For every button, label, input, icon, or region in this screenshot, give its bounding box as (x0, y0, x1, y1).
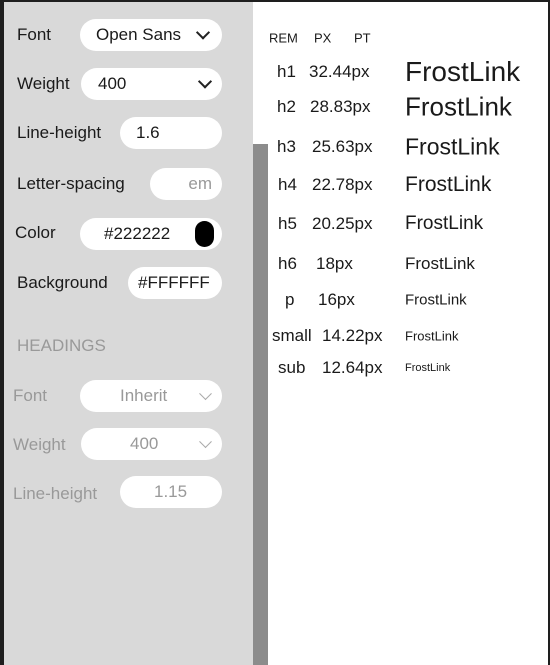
row-size: 28.83px (310, 97, 371, 116)
row-size: 14.22px (322, 326, 383, 345)
row-sample: FrostLink (405, 362, 451, 374)
weight-value: 400 (98, 74, 127, 93)
row-tag: h6 (278, 254, 297, 273)
font-value: Open Sans (96, 25, 182, 44)
row-size: 18px (316, 254, 353, 273)
headings-title: HEADINGS (17, 336, 106, 355)
headings-line-height-label: Line-height (13, 484, 98, 503)
background-label: Background (17, 273, 108, 292)
row-sample: FrostLink (405, 173, 492, 196)
chevron-down-icon (199, 435, 212, 449)
row-size: 12.64px (322, 358, 383, 377)
row-sample: FrostLink (405, 291, 467, 309)
letter-spacing-input[interactable]: em (150, 168, 222, 200)
column-rem: REM (269, 30, 298, 46)
row-sample: FrostLink (405, 254, 475, 273)
font-select[interactable]: Open Sans (80, 19, 222, 51)
row-tag: small (272, 326, 312, 345)
background-value: #FFFFFF (138, 273, 210, 292)
letter-spacing-label: Letter-spacing (17, 174, 125, 193)
row-sample: FrostLink (405, 213, 484, 234)
column-px: PX (314, 30, 332, 46)
headings-font-select[interactable]: Inherit (80, 380, 222, 412)
color-label: Color (15, 223, 56, 242)
row-sample: FrostLink (405, 56, 521, 87)
font-label: Font (17, 25, 52, 44)
headings-font-value: Inherit (120, 386, 168, 405)
color-value: #222222 (104, 224, 171, 243)
color-input[interactable]: #222222 (80, 218, 222, 250)
line-height-value: 1.6 (136, 123, 160, 142)
row-tag: h2 (277, 97, 296, 116)
settings-panel (4, 2, 253, 665)
headings-line-height-value: 1.15 (154, 482, 188, 501)
weight-label: Weight (17, 74, 70, 93)
scrollbar[interactable] (253, 144, 268, 665)
background-input[interactable]: #FFFFFF (128, 267, 222, 299)
headings-weight-select[interactable]: 400 (81, 428, 222, 460)
letter-spacing-placeholder: em (188, 174, 212, 193)
row-tag: sub (278, 358, 306, 377)
headings-font-label: Font (13, 386, 48, 405)
row-size: 20.25px (312, 214, 373, 233)
row-size: 22.78px (312, 175, 373, 194)
weight-select[interactable]: 400 (81, 68, 222, 100)
column-pt: PT (354, 30, 371, 46)
row-size: 25.63px (312, 137, 373, 156)
chevron-down-icon (197, 74, 213, 89)
color-swatch[interactable] (195, 221, 214, 247)
row-tag: h1 (277, 62, 296, 81)
chevron-down-icon (195, 25, 211, 40)
row-tag: h4 (278, 175, 297, 194)
row-size: 16px (318, 290, 355, 309)
row-sample: FrostLink (405, 133, 500, 160)
headings-weight-value: 400 (130, 434, 159, 453)
row-sample: FrostLink (405, 91, 512, 122)
row-tag: h5 (278, 214, 297, 233)
row-size: 32.44px (309, 62, 370, 81)
row-sample: FrostLink (405, 328, 459, 344)
row-tag: p (285, 290, 295, 309)
chevron-down-icon (199, 387, 212, 401)
line-height-input[interactable]: 1.6 (120, 117, 222, 149)
row-tag: h3 (277, 137, 296, 156)
headings-weight-label: Weight (13, 435, 66, 454)
line-height-label: Line-height (17, 123, 102, 142)
headings-line-height-input[interactable]: 1.15 (120, 476, 222, 508)
